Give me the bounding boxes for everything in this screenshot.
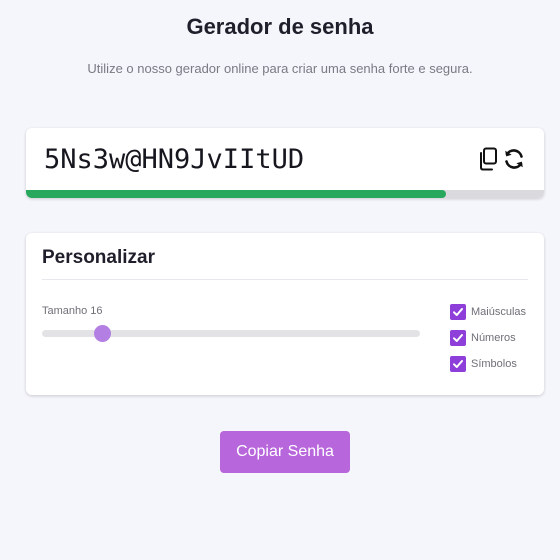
length-slider[interactable]	[42, 325, 420, 342]
page-subtitle: Utilize o nosso gerador online para cria…	[87, 61, 473, 76]
symbols-checkbox[interactable]	[450, 356, 466, 372]
refresh-icon-graphic	[505, 149, 523, 169]
option-symbols[interactable]: Símbolos	[450, 355, 526, 373]
page-title: Gerador de senha	[186, 14, 374, 39]
length-label: Tamanho 16	[42, 305, 103, 317]
refresh-icon[interactable]	[502, 146, 526, 172]
copy-icon-graphic	[480, 147, 497, 171]
password-strength-bar	[26, 190, 544, 198]
length-slider-thumb[interactable]	[94, 325, 112, 342]
password-strength-fill	[26, 190, 446, 198]
options-list: Maiúsculas Números Símbolos	[450, 303, 526, 381]
password-generator-page: Gerador de senha Utilize o nosso gerador…	[0, 0, 560, 560]
option-label: Símbolos	[471, 358, 517, 370]
check-icon	[453, 334, 463, 342]
option-label: Números	[471, 332, 516, 344]
customize-divider	[42, 279, 528, 280]
option-uppercase[interactable]: Maiúsculas	[450, 303, 526, 321]
password-card: 5Ns3w@HN9JvIItUD	[26, 128, 544, 198]
customize-heading: Personalizar	[42, 247, 155, 268]
check-icon	[453, 308, 463, 316]
option-numbers[interactable]: Números	[450, 329, 526, 347]
numbers-checkbox[interactable]	[450, 330, 466, 346]
copy-password-button[interactable]: Copiar Senha	[220, 431, 350, 473]
uppercase-checkbox[interactable]	[450, 304, 466, 320]
copy-icon[interactable]	[476, 146, 500, 172]
customize-card: Personalizar Tamanho 16 Maiúsculas Númer…	[26, 233, 544, 395]
generated-password[interactable]: 5Ns3w@HN9JvIItUD	[44, 144, 304, 175]
option-label: Maiúsculas	[471, 306, 527, 318]
check-icon	[453, 360, 463, 368]
